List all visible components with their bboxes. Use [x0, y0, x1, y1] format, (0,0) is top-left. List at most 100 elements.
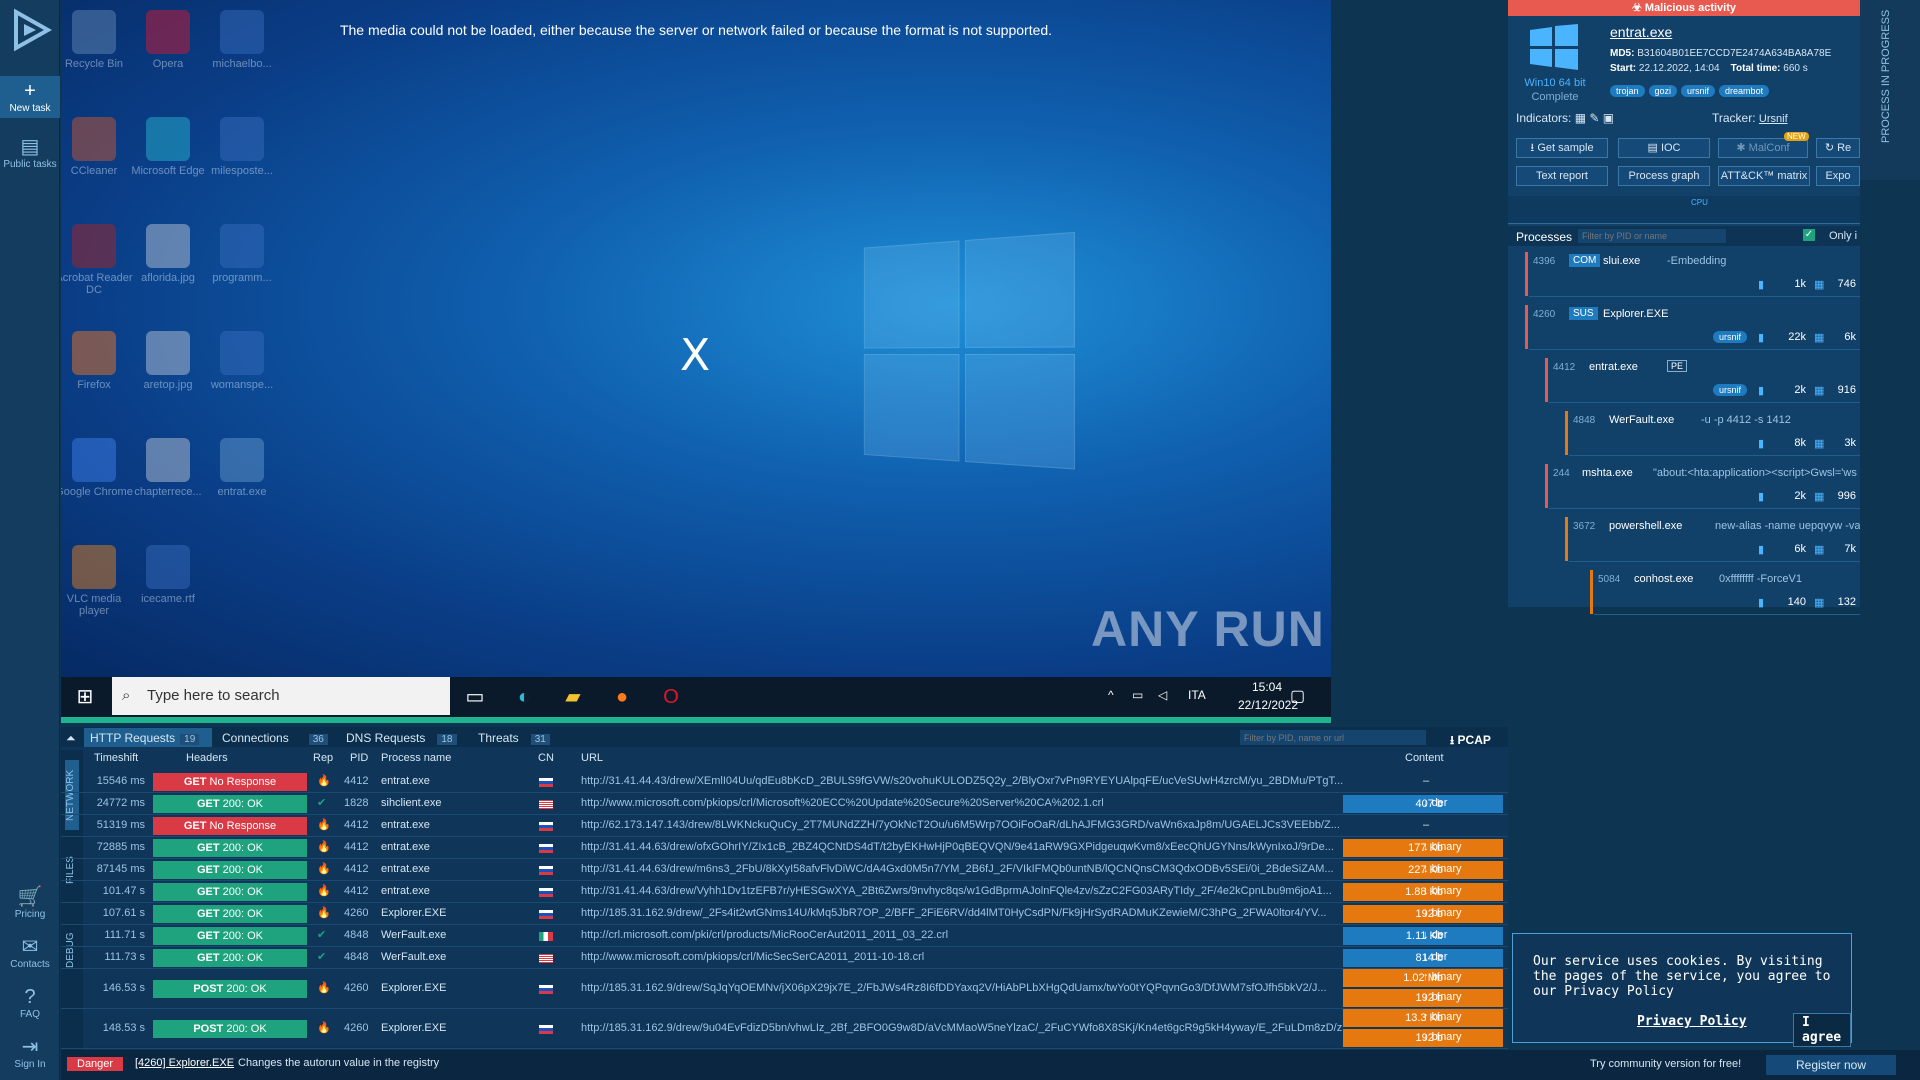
http-request-row[interactable]: 87145 ms GET 200: OK 🔥 4412 entrat.exe http:/…: [61, 859, 1508, 881]
agree-button[interactable]: I agree: [1793, 1013, 1851, 1047]
request-url[interactable]: http://www.microsoft.com/pkiops/crl/MicS…: [581, 951, 1381, 963]
pricing-button[interactable]: 🛒 Pricing: [0, 886, 60, 920]
privacy-policy-link[interactable]: Privacy Policy: [1637, 1014, 1747, 1029]
taskbar-search[interactable]: ⌕ Type here to search: [112, 677, 450, 715]
request-url[interactable]: http://62.173.147.143/drew/8LWKNckuQuCy_…: [581, 819, 1381, 831]
desktop-icon[interactable]: VLC media player: [61, 545, 133, 617]
threat-tag[interactable]: ursnif: [1681, 85, 1715, 97]
desktop-icon[interactable]: Opera: [129, 10, 207, 70]
task-filename[interactable]: entrat.exe: [1610, 24, 1672, 40]
http-request-row[interactable]: 107.61 s GET 200: OK 🔥 4260 Explorer.EXE http…: [61, 903, 1508, 925]
contacts-button[interactable]: ✉ Contacts: [0, 936, 60, 970]
desktop-icon[interactable]: Recycle Bin: [61, 10, 133, 70]
desktop-icon[interactable]: Acrobat Reader DC: [61, 224, 133, 296]
desktop-icon[interactable]: Google Chrome: [61, 438, 133, 498]
http-request-row[interactable]: 146.53 s POST 200: OK 🔥 4260 Explorer.EXE htt…: [61, 969, 1508, 1009]
http-request-row[interactable]: 72885 ms GET 200: OK 🔥 4412 entrat.exe http:/…: [61, 837, 1508, 859]
desktop-icon[interactable]: CCleaner: [61, 117, 133, 177]
http-request-row[interactable]: 51319 ms GET No Response 🔥 4412 entrat.exe ht…: [61, 815, 1508, 837]
request-url[interactable]: http://31.41.44.63/drew/Vyhh1Dv1tzEFB7r/…: [581, 885, 1381, 897]
threat-tag[interactable]: trojan: [1610, 85, 1645, 97]
http-request-row[interactable]: 111.73 s GET 200: OK ✔ 4848 WerFault.exe http…: [61, 947, 1508, 969]
close-icon[interactable]: X: [680, 330, 710, 381]
threat-tag[interactable]: gozi: [1649, 85, 1678, 97]
request-status: POST 200: OK: [153, 1020, 307, 1038]
firefox-icon[interactable]: ●: [609, 685, 635, 709]
desktop-icon[interactable]: Microsoft Edge: [129, 117, 207, 177]
faq-button[interactable]: ? FAQ: [0, 986, 60, 1020]
pcap-button[interactable]: ⭳ PCAP: [1450, 731, 1491, 752]
malconf-button[interactable]: ✱ MalConf: [1718, 138, 1808, 158]
get-sample-button[interactable]: ⭳ Get sample: [1516, 138, 1608, 158]
vm-desktop-screen[interactable]: The media could not be loaded, either be…: [61, 0, 1331, 677]
process-filter-input[interactable]: [1578, 229, 1726, 243]
network-filter-input[interactable]: [1240, 730, 1426, 745]
task-view-icon[interactable]: ▭: [462, 685, 488, 709]
http-request-row[interactable]: 24772 ms GET 200: OK ✔ 1828 sihclient.exe htt…: [61, 793, 1508, 815]
start-icon[interactable]: ⊞: [72, 685, 98, 709]
sign-in-button[interactable]: ⇥ Sign In: [0, 1036, 60, 1070]
request-url[interactable]: http://185.31.162.9/drew/SqJqYqOEMNv/jX0…: [581, 982, 1381, 994]
indicator-icons[interactable]: ▦ ✎ ▣: [1575, 111, 1614, 125]
request-url[interactable]: http://185.31.162.9/drew/9u04EvFdizD5bn/…: [581, 1022, 1381, 1034]
chevron-up-icon[interactable]: ^: [1108, 688, 1114, 702]
new-task-button[interactable]: + New task: [0, 76, 60, 118]
desktop-icon[interactable]: chapterrece...: [129, 438, 207, 498]
desktop-icon[interactable]: michaelbo...: [203, 10, 281, 70]
http-request-row[interactable]: 148.53 s POST 200: OK 🔥 4260 Explorer.EXE htt…: [61, 1009, 1508, 1049]
status-process-link[interactable]: [4260] Explorer.EXE: [135, 1057, 234, 1069]
tracker-link[interactable]: Ursnif: [1759, 113, 1788, 125]
desktop-icon[interactable]: aretop.jpg: [129, 331, 207, 391]
request-url[interactable]: http://31.41.44.63/drew/m6ns3_2FbU/8kXyI…: [581, 863, 1381, 875]
http-request-row[interactable]: 15546 ms GET No Response 🔥 4412 entrat.exe ht…: [61, 771, 1508, 793]
desktop-icon[interactable]: milesposte...: [203, 117, 281, 177]
request-url[interactable]: http://crl.microsoft.com/pki/crl/product…: [581, 929, 1381, 941]
request-url[interactable]: http://185.31.162.9/drew/_2Fs4it2wtGNms1…: [581, 907, 1381, 919]
restart-button[interactable]: ↻ Re: [1816, 138, 1860, 158]
process-row[interactable]: 3672 powershell.exe new-alias -name uepqvy…: [1508, 517, 1860, 567]
folder-icon[interactable]: ▰: [560, 685, 586, 709]
desktop-icon[interactable]: programm...: [203, 224, 281, 284]
collapse-icon[interactable]: ⏶: [66, 731, 76, 746]
attack-matrix-button[interactable]: ATT&CK™ matrix: [1718, 166, 1810, 186]
files-icon: ▮: [1758, 331, 1764, 344]
process-in-progress-tab[interactable]: PROCESS IN PROGRESS: [1860, 0, 1920, 180]
process-row[interactable]: 4396 COM slui.exe -Embedding ▮ 1k ▦ 746: [1508, 252, 1860, 302]
http-request-row[interactable]: 101.47 s GET 200: OK 🔥 4412 entrat.exe http:/…: [61, 881, 1508, 903]
process-row[interactable]: 4848 WerFault.exe -u -p 4412 -s 1412 ▮ 8k ▦ 3k: [1508, 411, 1860, 461]
ioc-button[interactable]: ▤ IOC: [1618, 138, 1710, 158]
opera-icon[interactable]: O: [658, 685, 684, 709]
process-row[interactable]: 4412 entrat.exe PE ursnif ▮ 2k ▦ 916: [1508, 358, 1860, 408]
language-indicator[interactable]: ITA: [1188, 688, 1206, 702]
notification-icon[interactable]: ▢: [1290, 686, 1305, 706]
process-row[interactable]: 5084 conhost.exe 0xffffffff -ForceV1 ▮ 140 ▦ 1…: [1508, 570, 1860, 620]
process-row[interactable]: 4260 SUS Explorer.EXE ursnif ▮ 22k ▦ 6k: [1508, 305, 1860, 355]
desktop-icon[interactable]: icecame.rtf: [129, 545, 207, 605]
desktop-icon[interactable]: aflorida.jpg: [129, 224, 207, 284]
request-url[interactable]: http://31.41.44.63/drew/ofxGOhrIY/ZIx1cB…: [581, 841, 1381, 853]
anyrun-logo[interactable]: [0, 8, 60, 58]
process-family-tag[interactable]: ursnif: [1713, 331, 1747, 343]
tab-threats[interactable]: Threats 31: [478, 731, 550, 745]
desktop-icon[interactable]: Firefox: [61, 331, 133, 391]
desktop-icon[interactable]: entrat.exe: [203, 438, 281, 498]
text-report-button[interactable]: Text report: [1516, 166, 1608, 186]
edge-icon[interactable]: ◐: [511, 685, 537, 709]
http-request-row[interactable]: 111.71 s GET 200: OK ✔ 4848 WerFault.exe http…: [61, 925, 1508, 947]
tab-http-requests[interactable]: HTTP Requests 19: [84, 728, 212, 747]
tab-dns-requests[interactable]: DNS Requests 18: [346, 731, 457, 745]
public-tasks-button[interactable]: ▤ Public tasks: [0, 136, 60, 170]
process-row[interactable]: 244 mshta.exe "about:<hta:application><scr…: [1508, 464, 1860, 514]
desktop-icon[interactable]: womanspe...: [203, 331, 281, 391]
register-now-button[interactable]: Register now: [1766, 1055, 1896, 1075]
request-url[interactable]: http://www.microsoft.com/pkiops/crl/Micr…: [581, 797, 1381, 809]
volume-icon[interactable]: ◁: [1158, 688, 1167, 702]
only-checkbox[interactable]: ✓: [1803, 229, 1815, 241]
export-button[interactable]: Expo: [1816, 166, 1860, 186]
network-icon[interactable]: ▭: [1132, 688, 1143, 702]
request-url[interactable]: http://31.41.44.43/drew/XEmlI04Uu/qdEu8b…: [581, 775, 1381, 787]
process-family-tag[interactable]: ursnif: [1713, 384, 1747, 396]
threat-tag[interactable]: dreambot: [1719, 85, 1769, 97]
process-graph-button[interactable]: Process graph: [1618, 166, 1710, 186]
tab-connections[interactable]: Connections 36: [222, 731, 328, 745]
